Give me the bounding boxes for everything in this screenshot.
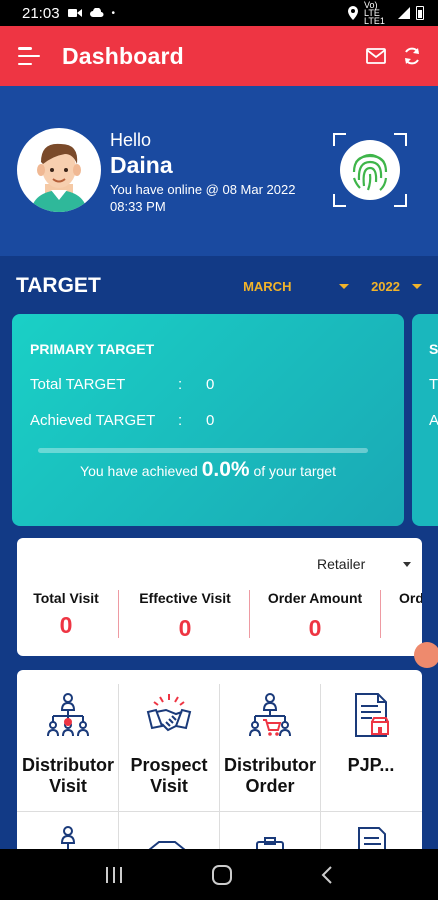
- chevron-down-icon: [412, 283, 422, 289]
- month-dropdown[interactable]: MARCH: [243, 278, 350, 294]
- year-value: 2022: [371, 278, 400, 294]
- secondary-target-title: S: [429, 341, 438, 357]
- recent-apps-icon[interactable]: [104, 866, 124, 884]
- primary-target-title: PRIMARY TARGET: [30, 341, 155, 357]
- target-title: TARGET: [16, 274, 101, 297]
- secondary-row-1: T: [429, 376, 438, 393]
- stat-value: 0: [59, 612, 73, 638]
- total-target-label: Total TARGET: [30, 376, 126, 393]
- separator: :: [178, 412, 183, 429]
- stat-label: Order Amount: [267, 590, 363, 606]
- menu-item-label: Distributor Order: [224, 755, 316, 796]
- menu-item-distributor-order[interactable]: Distributor Order: [219, 682, 321, 808]
- secondary-row-2: A: [429, 412, 438, 429]
- achievement-prefix: You have achieved: [80, 463, 198, 479]
- year-dropdown[interactable]: 2022: [371, 279, 422, 294]
- total-target-row: Total TARGET : 0: [30, 376, 214, 393]
- greeting-text: Hello: [110, 130, 152, 150]
- profile-section: Hello Daina You have online @ 08 Mar 202…: [0, 86, 438, 256]
- cloud-icon: [89, 8, 104, 17]
- menu-item-label: Distributor Visit: [22, 755, 114, 796]
- achievement-message: You have achieved 0.0% of your target: [12, 458, 404, 482]
- achieved-target-label: Achieved TARGET: [30, 412, 156, 429]
- secondary-target-card[interactable]: S T A: [412, 314, 438, 526]
- distributor-visit-icon: [47, 693, 89, 737]
- order-stat-partial[interactable]: Ord: [399, 590, 422, 606]
- mail-icon[interactable]: [366, 48, 386, 64]
- achieved-target-row: Achieved TARGET : 0: [30, 412, 214, 429]
- menu-grid: Distributor Visit Prospect Visit Distrib…: [17, 670, 422, 870]
- stat-label: Ord: [399, 590, 422, 606]
- stat-label: Effective Visit: [139, 590, 231, 606]
- fingerprint-icon[interactable]: [332, 132, 408, 208]
- target-progress-bar: [38, 448, 368, 453]
- system-nav-bar: [0, 849, 438, 900]
- divider: [380, 590, 381, 638]
- floating-video-button[interactable]: [414, 642, 438, 668]
- menu-item-distributor-visit[interactable]: Distributor Visit: [17, 682, 119, 808]
- chevron-down-icon: [339, 283, 350, 289]
- dot-icon: •: [111, 7, 116, 19]
- effective-visit-stat[interactable]: Effective Visit 0: [120, 590, 250, 642]
- stat-value: 0: [178, 615, 192, 641]
- video-icon: [67, 9, 82, 17]
- chevron-down-icon: [403, 561, 412, 567]
- menu-item-prospect-visit[interactable]: Prospect Visit: [118, 682, 220, 808]
- menu-item-label: Prospect Visit: [130, 755, 208, 796]
- target-header: TARGET MARCH 2022: [0, 266, 438, 306]
- order-amount-stat[interactable]: Order Amount 0: [250, 590, 380, 642]
- retailer-value: Retailer: [317, 556, 366, 572]
- hamburger-menu-icon[interactable]: [18, 47, 40, 65]
- handshake-icon: [146, 694, 192, 732]
- visit-stats-card: Retailer Total Visit 0 Effective Visit 0…: [17, 538, 422, 656]
- total-visit-stat[interactable]: Total Visit 0: [17, 590, 131, 639]
- refresh-icon[interactable]: [402, 46, 422, 66]
- online-status-text: You have online @ 08 Mar 2022 08:33 PM: [110, 182, 296, 214]
- stat-label: Total Visit: [33, 590, 99, 606]
- achievement-percent: 0.0%: [201, 458, 250, 481]
- avatar[interactable]: [17, 128, 101, 212]
- menu-item-pjp[interactable]: PJP...: [320, 682, 422, 808]
- home-icon[interactable]: [211, 864, 233, 886]
- status-bar: 21:03 • Vo) LTE LTE1: [0, 0, 438, 26]
- divider: [118, 590, 119, 638]
- menu-item-label: PJP...: [347, 755, 395, 775]
- primary-target-card[interactable]: PRIMARY TARGET Total TARGET : 0 Achieved…: [12, 314, 404, 526]
- stat-value: 0: [308, 615, 322, 641]
- location-icon: [348, 6, 358, 20]
- total-target-value: 0: [206, 376, 215, 393]
- pjp-document-icon: [355, 693, 389, 737]
- battery-icon: [416, 6, 424, 20]
- month-value: MARCH: [243, 278, 292, 294]
- distributor-order-icon: [249, 693, 291, 737]
- achieved-target-value: 0: [206, 412, 215, 429]
- network-label: Vo) LTE LTE1: [364, 0, 385, 26]
- user-name: Daina: [110, 152, 173, 178]
- retailer-dropdown[interactable]: Retailer: [317, 556, 412, 572]
- achievement-suffix: of your target: [253, 463, 336, 479]
- signal-icon: [398, 7, 410, 19]
- divider: [17, 811, 422, 812]
- status-time: 21:03: [22, 4, 60, 22]
- page-title: Dashboard: [62, 42, 184, 69]
- separator: :: [178, 376, 183, 393]
- back-icon[interactable]: [320, 865, 334, 885]
- app-bar: Dashboard: [0, 26, 438, 86]
